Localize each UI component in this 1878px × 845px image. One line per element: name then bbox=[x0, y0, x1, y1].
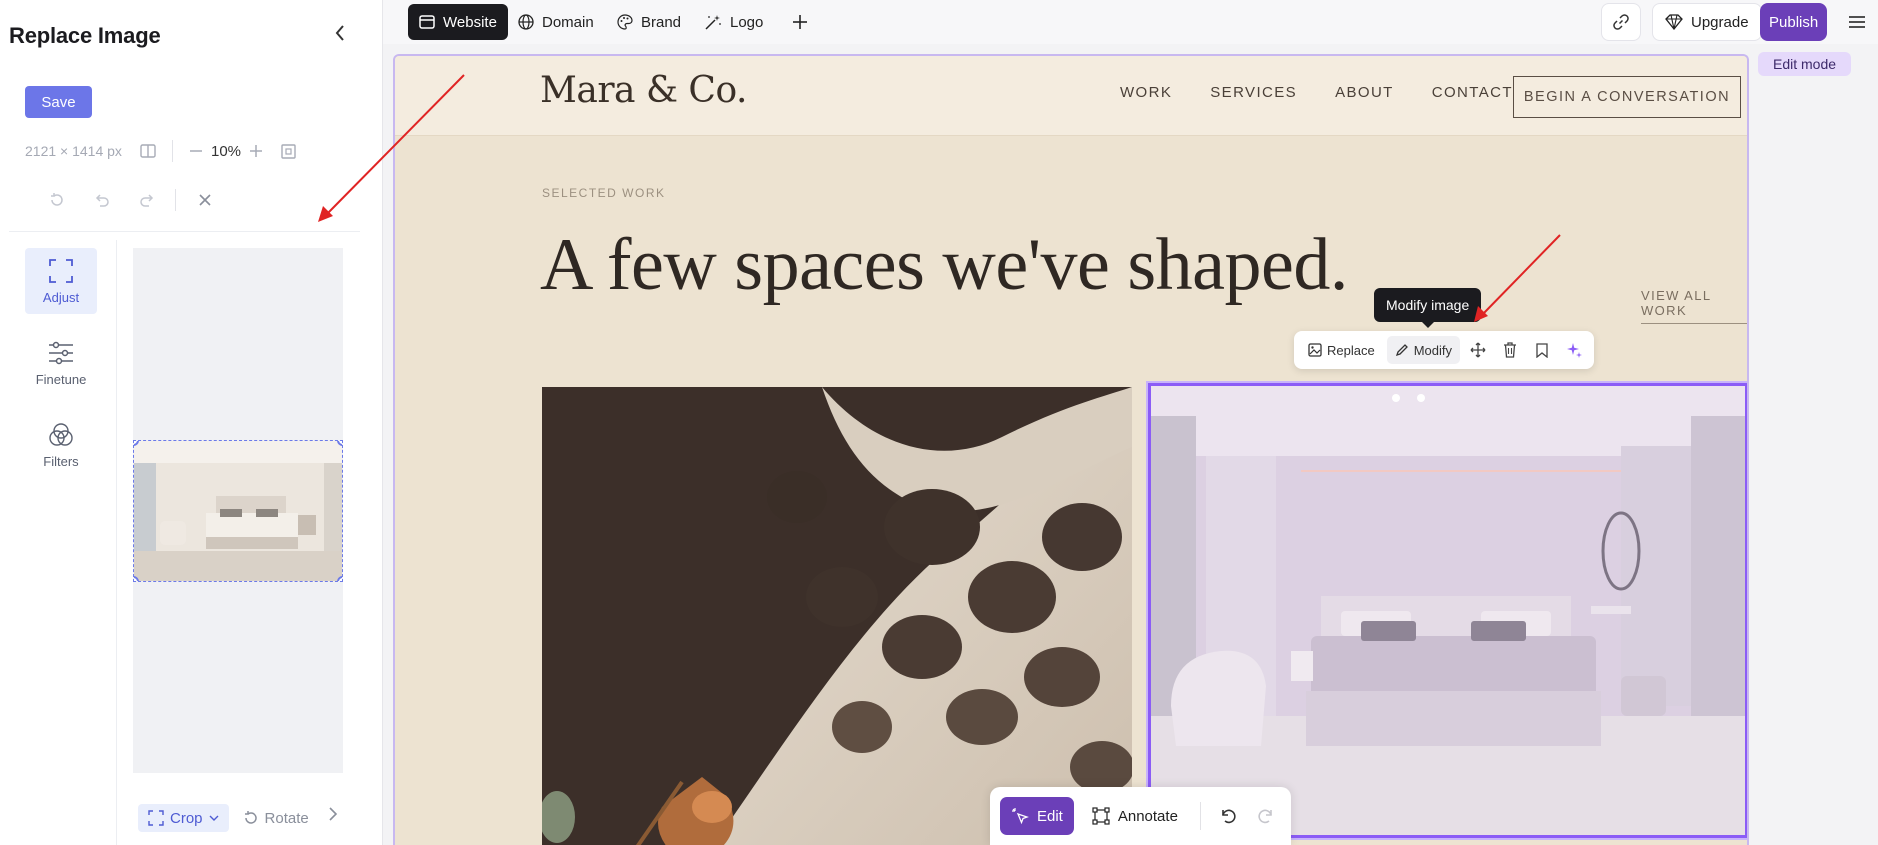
filters-icon bbox=[49, 422, 73, 446]
collapse-panel-icon[interactable] bbox=[330, 24, 350, 46]
project-image-bedroom[interactable] bbox=[1146, 381, 1747, 840]
divider bbox=[175, 189, 176, 211]
pencil-icon bbox=[1395, 344, 1408, 357]
edit-mode-badge: Edit mode bbox=[1758, 52, 1852, 76]
magic-wand-icon bbox=[705, 15, 721, 30]
browser-window-icon bbox=[419, 15, 435, 29]
tab-label: Domain bbox=[542, 13, 594, 31]
rotate-label: Rotate bbox=[264, 809, 309, 827]
section-headline[interactable]: A few spaces we've shaped. bbox=[540, 223, 1348, 308]
image-dimensions: 2121 × 1414 px bbox=[25, 143, 122, 159]
cta-button[interactable]: BEGIN A CONVERSATION bbox=[1513, 76, 1741, 118]
undo-icon[interactable] bbox=[79, 188, 124, 212]
save-button[interactable]: Save bbox=[25, 86, 92, 118]
site-nav-work[interactable]: WORK bbox=[1120, 84, 1172, 101]
view-all-work-link[interactable]: VIEW ALL WORK bbox=[1641, 288, 1747, 324]
close-icon[interactable] bbox=[182, 188, 227, 212]
tool-finetune[interactable]: Finetune bbox=[25, 330, 97, 396]
divider bbox=[1199, 802, 1201, 830]
site-nav-about[interactable]: ABOUT bbox=[1335, 84, 1394, 101]
section-eyebrow: SELECTED WORK bbox=[542, 186, 666, 200]
ai-sparkle-icon[interactable] bbox=[1560, 336, 1588, 364]
tool-label: Adjust bbox=[42, 289, 80, 305]
crop-frame-icon bbox=[49, 258, 73, 283]
upgrade-button[interactable]: Upgrade bbox=[1652, 3, 1762, 41]
tool-sidebar: Adjust Finetune Filters bbox=[9, 240, 117, 845]
diamond-icon bbox=[1665, 14, 1683, 30]
undo-icon[interactable] bbox=[1213, 801, 1243, 831]
tab-logo[interactable]: Logo bbox=[693, 4, 774, 40]
site-nav-contact[interactable]: CONTACT bbox=[1432, 84, 1513, 101]
crop-icon bbox=[148, 810, 164, 826]
plus-icon bbox=[793, 15, 807, 29]
site-logo[interactable]: Mara & Co. bbox=[540, 70, 747, 111]
tab-website[interactable]: Website bbox=[408, 4, 508, 40]
annotate-button[interactable]: Annotate bbox=[1082, 797, 1188, 835]
copy-link-button[interactable] bbox=[1601, 3, 1641, 41]
chevron-right-icon[interactable] bbox=[328, 806, 338, 827]
edit-label: Edit bbox=[1037, 807, 1063, 825]
site-nav: WORK SERVICES ABOUT CONTACT bbox=[1120, 84, 1551, 101]
rotate-icon bbox=[244, 811, 257, 824]
modify-image-button[interactable]: Modify bbox=[1386, 336, 1460, 364]
history-controls bbox=[34, 188, 227, 212]
tab-label: Website bbox=[443, 13, 497, 31]
tab-domain[interactable]: Domain bbox=[507, 4, 605, 40]
tab-label: Brand bbox=[641, 13, 682, 31]
site-nav-services[interactable]: SERVICES bbox=[1210, 84, 1297, 101]
site-preview: Mara & Co. WORK SERVICES ABOUT CONTACT B… bbox=[393, 54, 1749, 845]
reset-icon[interactable] bbox=[34, 188, 79, 212]
divider bbox=[9, 231, 360, 232]
image-info-row: 2121 × 1414 px 10% bbox=[25, 140, 296, 162]
add-page-button[interactable] bbox=[781, 4, 819, 40]
project-image-shadows[interactable] bbox=[542, 387, 1132, 845]
hamburger-menu-icon[interactable] bbox=[1843, 8, 1871, 36]
move-icon[interactable] bbox=[1464, 336, 1492, 364]
top-bar: Website Domain Brand Logo Upgrade Publis… bbox=[383, 0, 1878, 44]
replace-label: Replace bbox=[1327, 342, 1375, 358]
tool-label: Finetune bbox=[35, 371, 87, 387]
panel-title: Replace Image bbox=[9, 23, 161, 48]
zoom-in-icon[interactable] bbox=[249, 144, 263, 158]
rotate-button[interactable]: Rotate bbox=[239, 804, 313, 832]
link-icon bbox=[1613, 14, 1629, 30]
tool-filters[interactable]: Filters bbox=[25, 412, 97, 478]
annotate-icon bbox=[1092, 807, 1110, 825]
image-toolbar: Replace Modify bbox=[1294, 331, 1594, 369]
publish-button[interactable]: Publish bbox=[1760, 3, 1828, 41]
tab-label: Logo bbox=[730, 13, 764, 31]
edit-mode-bar: Edit Annotate bbox=[990, 787, 1291, 845]
divider bbox=[172, 140, 173, 162]
crop-label: Crop bbox=[170, 809, 203, 827]
cursor-click-icon bbox=[1012, 808, 1029, 825]
upgrade-label: Upgrade bbox=[1691, 13, 1749, 31]
crop-preview-image[interactable] bbox=[133, 440, 343, 582]
transform-tools: Crop Rotate bbox=[138, 804, 313, 832]
edit-button[interactable]: Edit bbox=[1000, 797, 1074, 835]
sliders-icon bbox=[49, 341, 73, 364]
redo-icon[interactable] bbox=[124, 188, 169, 212]
chevron-down-icon bbox=[209, 815, 219, 821]
annotate-label: Annotate bbox=[1117, 807, 1178, 825]
fit-to-screen-icon[interactable] bbox=[281, 143, 296, 159]
replace-image-panel: Replace Image Save 2121 × 1414 px 10% Ad… bbox=[0, 0, 383, 845]
tab-brand[interactable]: Brand bbox=[606, 4, 692, 40]
bookmark-icon[interactable] bbox=[1528, 336, 1556, 364]
globe-icon bbox=[518, 14, 534, 30]
image-icon bbox=[1308, 343, 1322, 357]
tool-adjust[interactable]: Adjust bbox=[25, 248, 97, 314]
zoom-out-icon[interactable] bbox=[189, 144, 203, 158]
palette-icon bbox=[617, 14, 633, 30]
modify-image-tooltip: Modify image bbox=[1374, 288, 1482, 328]
zoom-level: 10% bbox=[211, 142, 242, 160]
replace-image-button[interactable]: Replace bbox=[1300, 336, 1383, 364]
site-header: Mara & Co. WORK SERVICES ABOUT CONTACT B… bbox=[395, 56, 1747, 136]
tool-label: Filters bbox=[43, 453, 79, 469]
trash-icon[interactable] bbox=[1496, 336, 1524, 364]
redo-icon[interactable] bbox=[1251, 801, 1281, 831]
crop-button[interactable]: Crop bbox=[138, 804, 229, 832]
modify-label: Modify bbox=[1413, 342, 1452, 358]
crop-handle[interactable] bbox=[337, 576, 342, 581]
compare-icon[interactable] bbox=[140, 144, 156, 158]
